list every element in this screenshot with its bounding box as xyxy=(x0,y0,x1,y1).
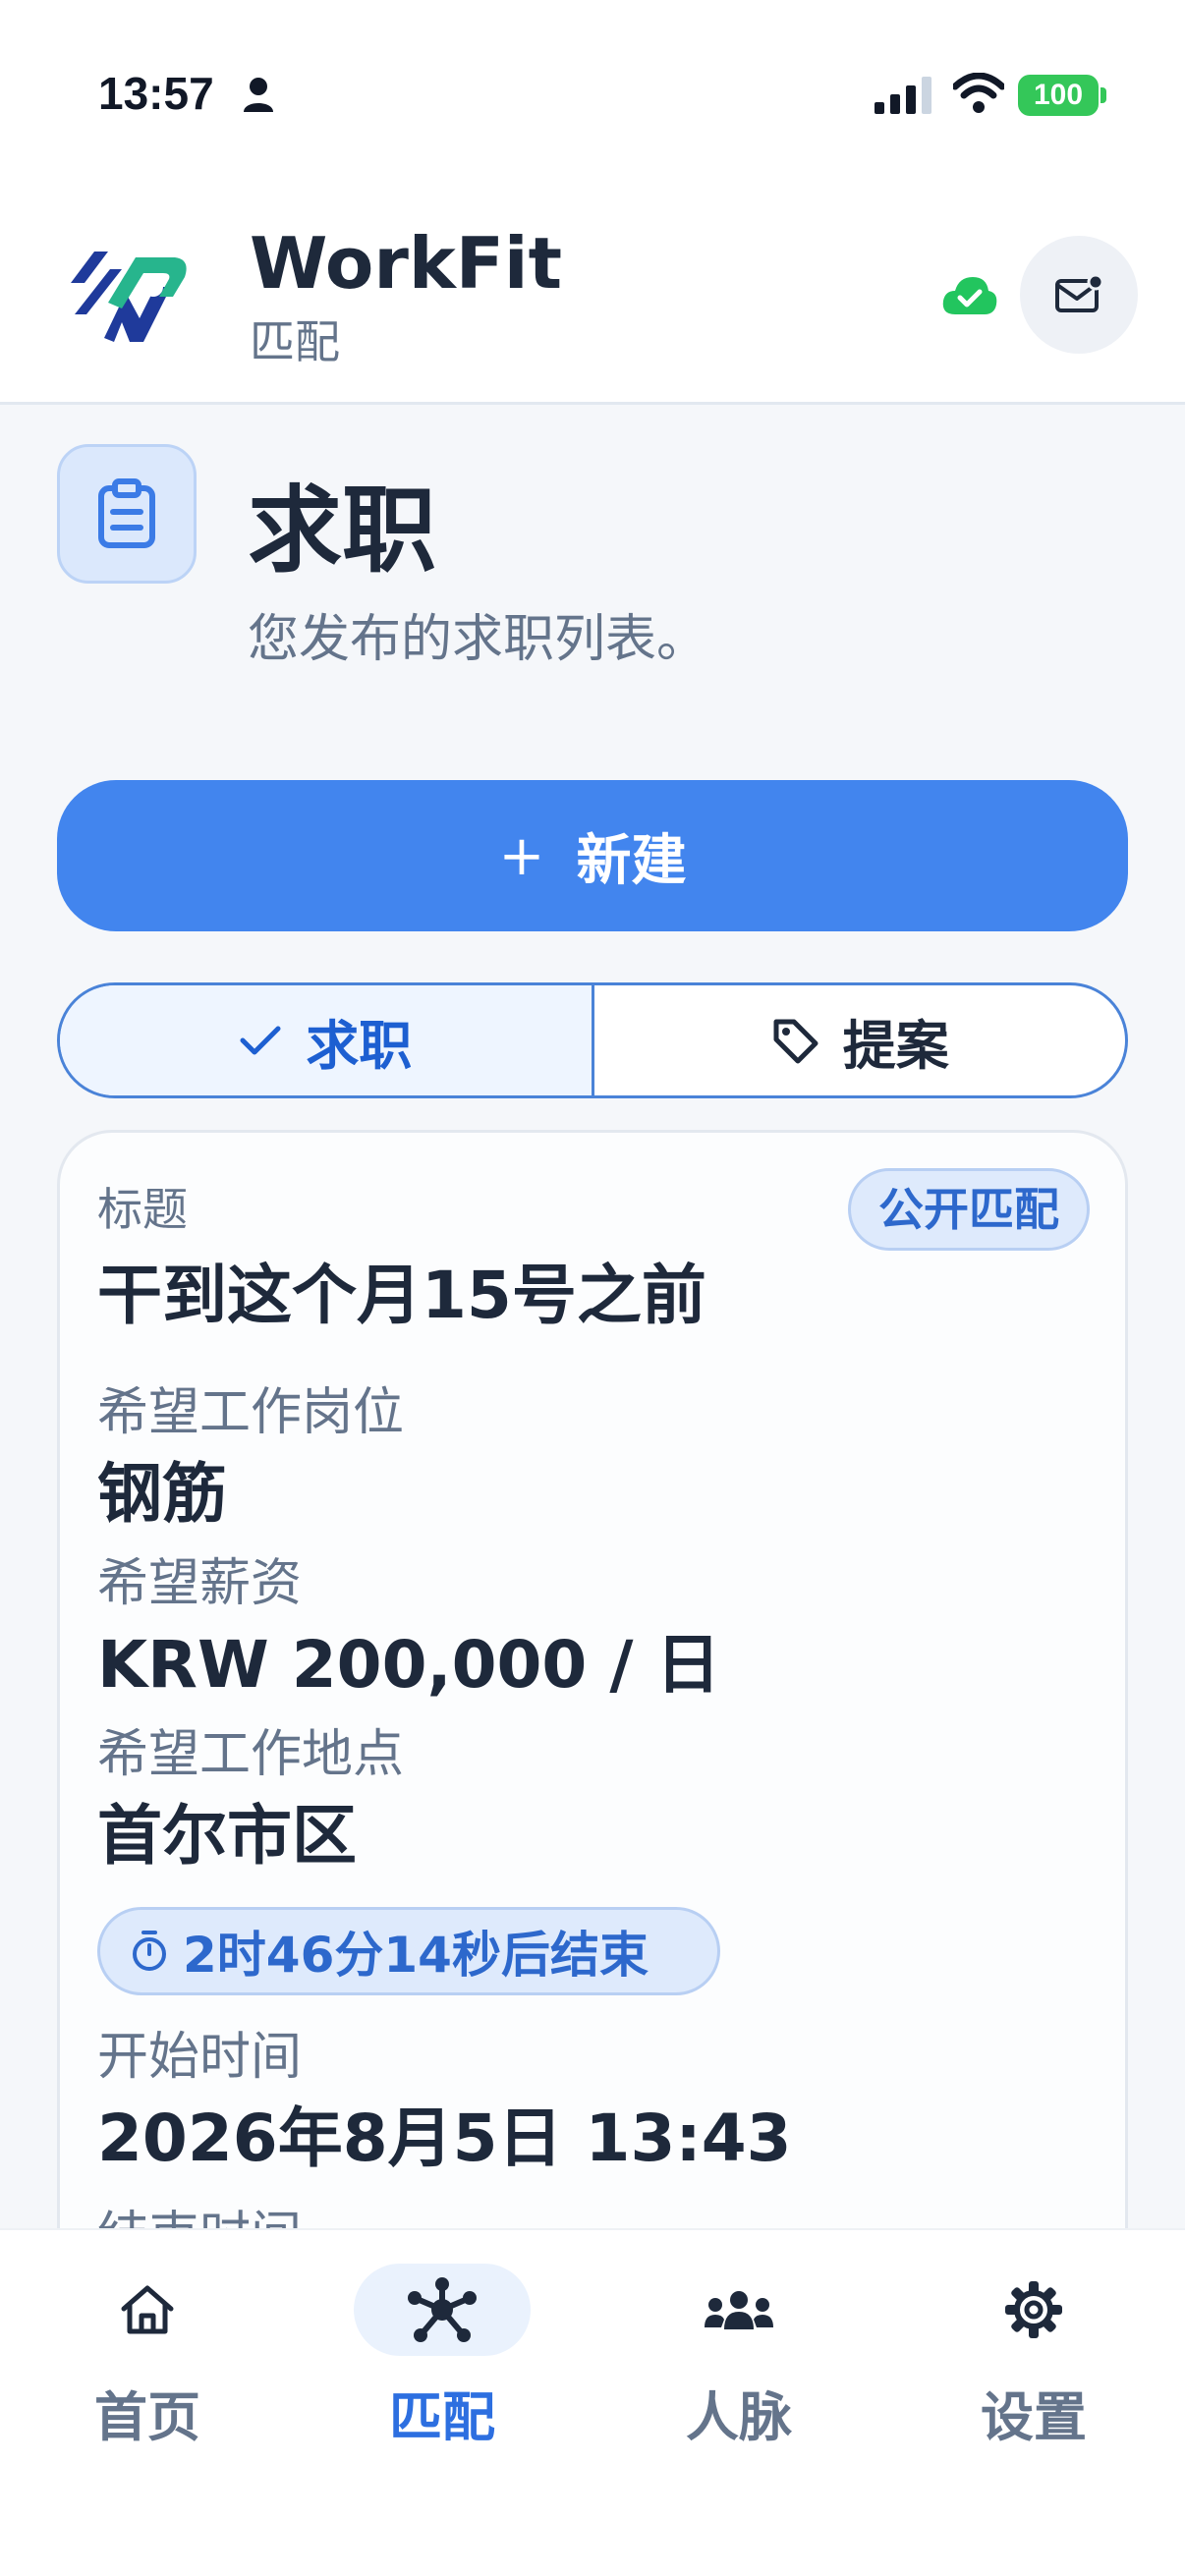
battery-indicator: 100 xyxy=(1018,75,1099,116)
status-bar: 13:57 100 xyxy=(0,0,1185,196)
nav-label-network: 人脉 xyxy=(686,2386,792,2448)
app-subtitle: 匹配 xyxy=(250,315,340,368)
tab-proposals[interactable]: 提案 xyxy=(594,985,1126,1095)
clipboard-icon xyxy=(98,478,155,548)
nav-item-home[interactable]: 首页 xyxy=(29,2230,265,2505)
tag-icon xyxy=(773,1019,818,1064)
nav-label-settings: 设置 xyxy=(981,2386,1087,2448)
start-time-label: 开始时间 xyxy=(97,2028,303,2087)
countdown-text: 2时46分14秒后结束 xyxy=(183,1927,649,1984)
cloud-sync-icon xyxy=(942,277,997,314)
nav-item-network[interactable]: 人脉 xyxy=(621,2230,857,2505)
clipboard-icon-box xyxy=(57,444,197,584)
stopwatch-icon xyxy=(133,1931,166,1971)
nav-icon-container xyxy=(354,2264,531,2356)
page-subtitle: 您发布的求职列表。 xyxy=(248,610,708,669)
mail-icon xyxy=(1055,274,1103,312)
location-label: 希望工作地点 xyxy=(97,1725,405,1784)
workfit-logo xyxy=(71,252,187,342)
status-time: 13:57 xyxy=(98,68,214,119)
page-title: 求职 xyxy=(248,476,436,586)
nav-icon-container xyxy=(59,2264,236,2356)
bottom-nav: 首页 匹配 人脉 设置 xyxy=(0,2228,1185,2576)
position-label: 希望工作岗位 xyxy=(97,1383,405,1442)
new-button[interactable]: + 新建 xyxy=(57,780,1128,931)
check-icon xyxy=(240,1026,281,1055)
cellular-signal-icon xyxy=(875,77,931,114)
tab-job-seeking[interactable]: 求职 xyxy=(60,985,594,1095)
nav-icon-container xyxy=(650,2264,827,2356)
nav-item-match[interactable]: 匹配 xyxy=(324,2230,560,2505)
nav-icon-container xyxy=(945,2264,1122,2356)
plus-icon: + xyxy=(498,823,545,888)
new-button-label: 新建 xyxy=(576,828,687,893)
location-value: 首尔市区 xyxy=(97,1798,357,1874)
salary-value: KRW 200,000 / 日 xyxy=(97,1627,721,1703)
job-card[interactable]: 公开匹配 标题 干到这个月15号之前 希望工作岗位 钢筋 希望薪资 KRW 20… xyxy=(57,1130,1128,2309)
nav-label-home: 首页 xyxy=(94,2386,200,2448)
countdown-badge: 2时46分14秒后结束 xyxy=(97,1907,720,1995)
position-value: 钢筋 xyxy=(97,1456,227,1532)
battery-nub xyxy=(1100,87,1106,103)
public-match-badge: 公开匹配 xyxy=(848,1168,1090,1251)
mail-button[interactable] xyxy=(1020,236,1138,354)
nav-item-settings[interactable]: 设置 xyxy=(916,2230,1152,2505)
person-icon xyxy=(244,78,273,112)
start-time-value: 2026年8月5日 13:43 xyxy=(97,2100,792,2176)
app-header: WorkFit 匹配 xyxy=(0,196,1185,405)
home-icon xyxy=(121,2285,174,2334)
screen: 13:57 100 WorkFit 匹配 求职 您发布的求职列表。 + 新建 求… xyxy=(0,0,1185,2576)
title-value: 干到这个月15号之前 xyxy=(97,1258,706,1333)
wifi-icon xyxy=(953,73,1004,113)
gear-icon xyxy=(1005,2281,1062,2338)
salary-label: 希望薪资 xyxy=(97,1554,303,1613)
network-icon xyxy=(408,2277,477,2342)
segmented-tabs: 求职 提案 xyxy=(57,982,1128,1098)
tab-label: 提案 xyxy=(842,1014,949,1077)
nav-label-match: 匹配 xyxy=(389,2386,495,2448)
tab-label: 求职 xyxy=(306,1014,413,1077)
app-title: WorkFit xyxy=(250,222,562,305)
title-label: 标题 xyxy=(97,1183,188,1236)
people-icon xyxy=(705,2291,773,2329)
